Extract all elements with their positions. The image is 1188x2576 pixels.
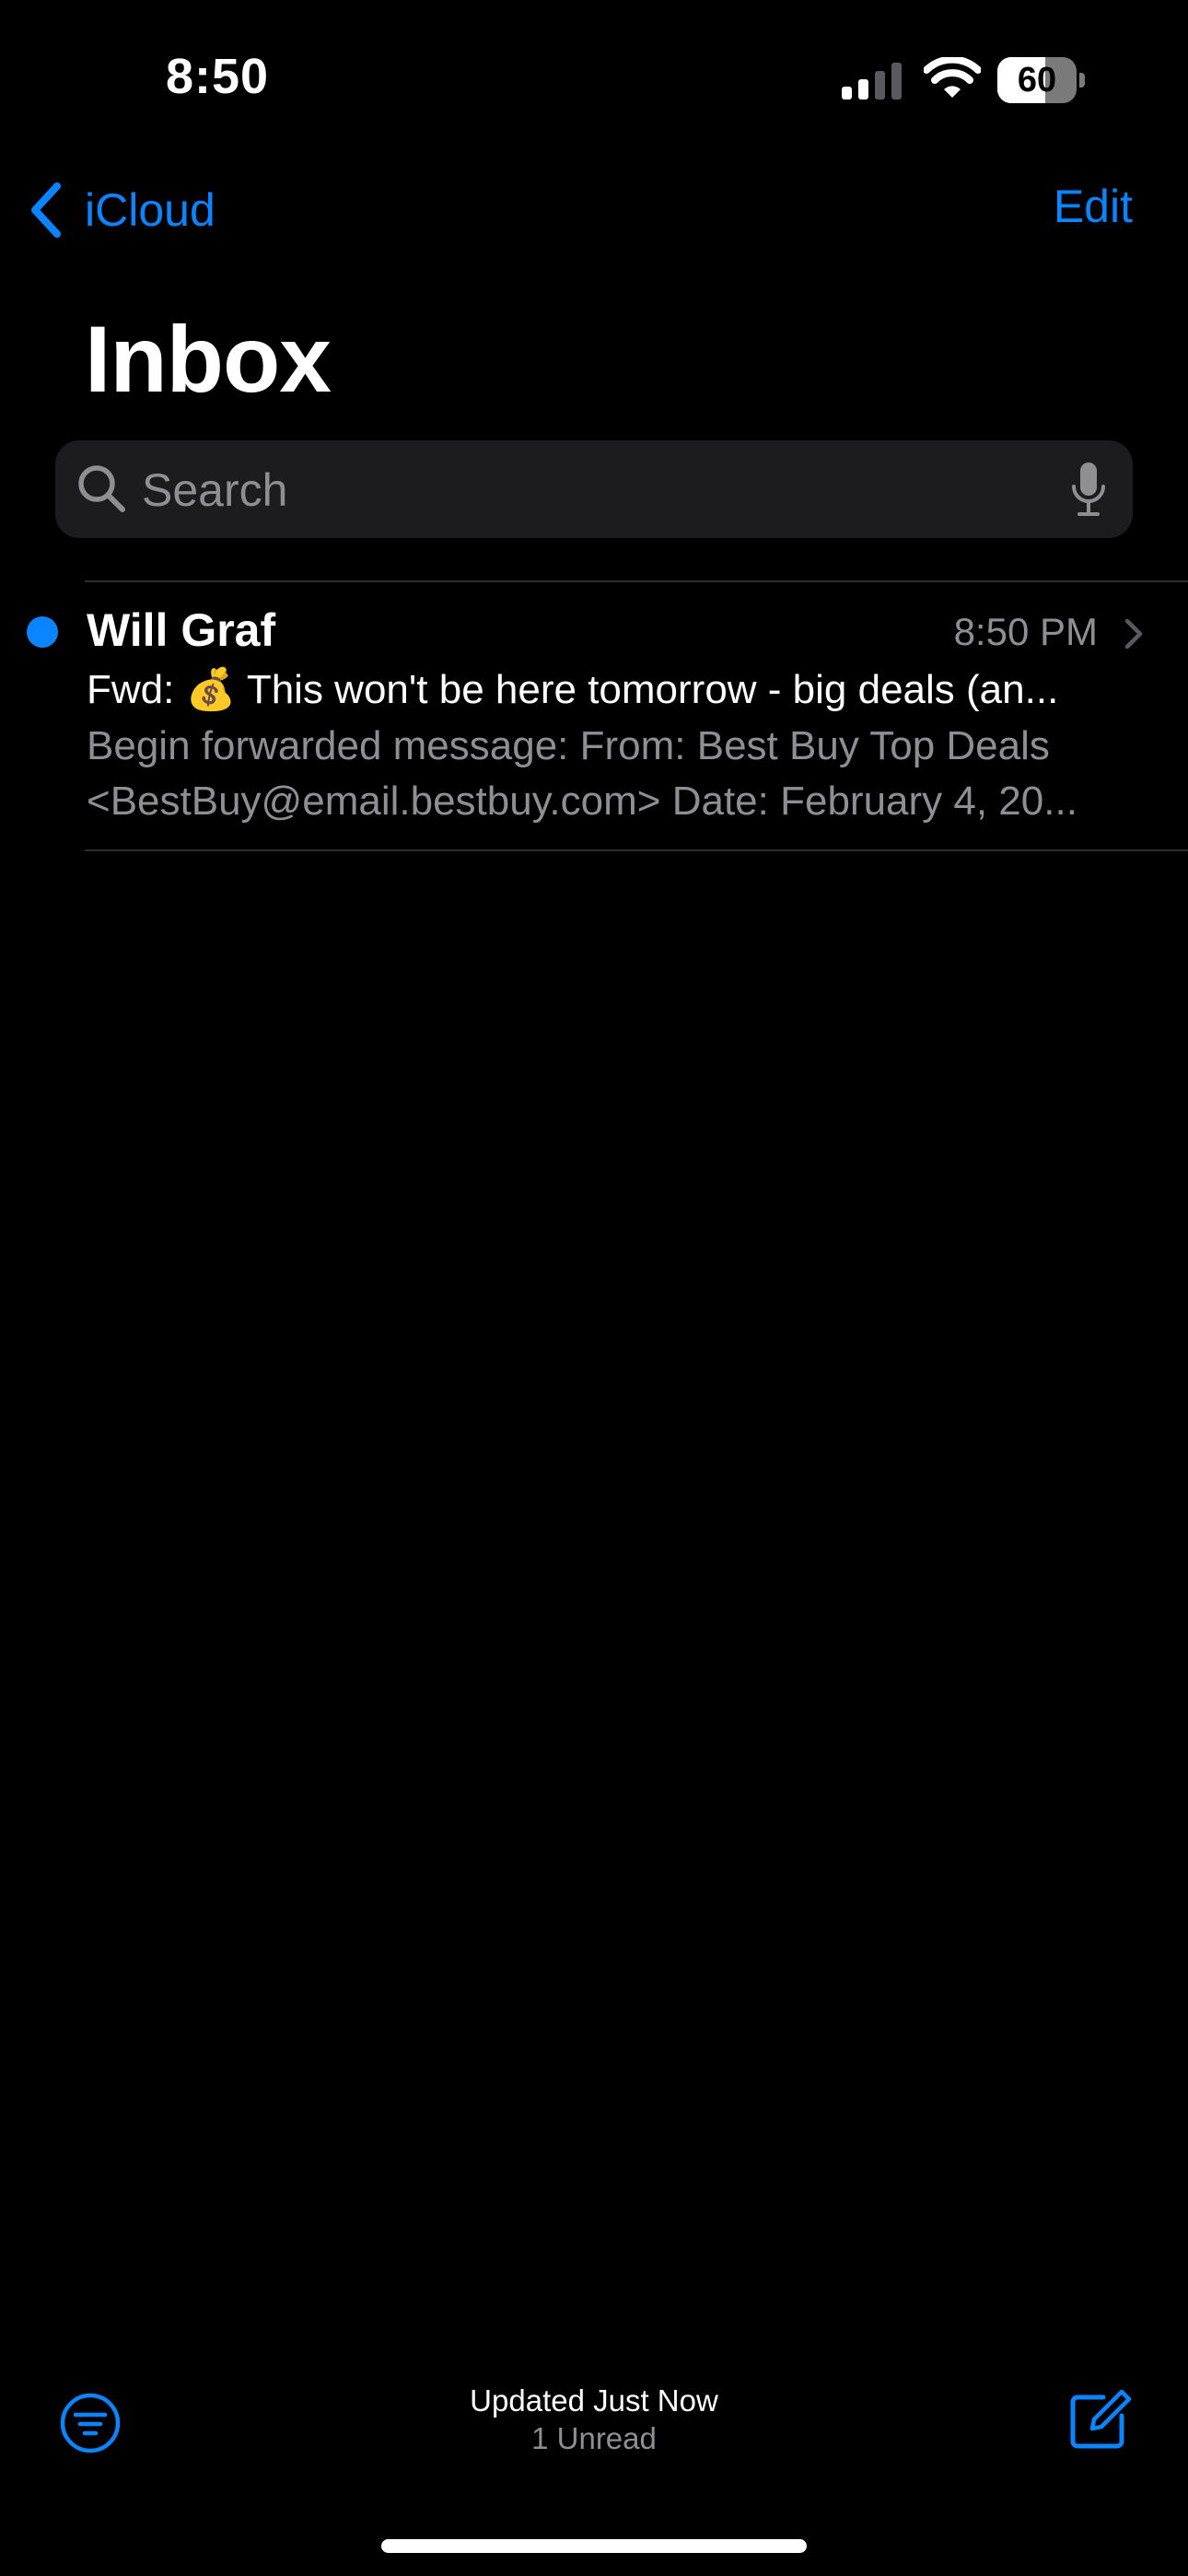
subject-text: This won't be here tomorrow - big deals …: [246, 667, 1059, 712]
update-status-text: Updated Just Now: [470, 2383, 718, 2418]
battery-percentage: 60: [1017, 61, 1057, 100]
back-button-label: iCloud: [85, 184, 215, 236]
home-indicator: [381, 2539, 807, 2553]
unread-indicator-dot: [27, 616, 58, 648]
unread-count-text: 1 Unread: [531, 2421, 657, 2455]
preview-line-1: Begin forwarded message: From: Best Buy …: [87, 723, 1050, 768]
money-bag-icon: 💰: [185, 667, 237, 712]
message-subject: Fwd: 💰 This won't be here tomorrow - big…: [87, 665, 1127, 713]
preview-line-2: <BestBuy@email.bestbuy.com> Date: Februa…: [87, 779, 1077, 824]
page-title: Inbox: [85, 307, 332, 412]
search-icon: [78, 465, 125, 512]
message-sender: Will Graf: [87, 604, 276, 656]
message-time: 8:50 PM: [953, 610, 1098, 653]
back-button[interactable]: iCloud: [28, 173, 215, 247]
subject-prefix: Fwd:: [87, 667, 175, 712]
chevron-right-icon: [1124, 618, 1143, 650]
status-bar-time: 8:50: [166, 49, 270, 104]
cellular-signal-icon: [842, 63, 902, 100]
chevron-left-icon: [31, 182, 61, 238]
list-divider: [85, 849, 1188, 851]
wifi-icon: [924, 57, 981, 98]
microphone-icon[interactable]: [1070, 461, 1107, 520]
toolbar-status: Updated Just Now 1 Unread: [0, 2383, 1188, 2458]
search-bar[interactable]: [55, 440, 1133, 540]
search-input[interactable]: [140, 440, 1065, 540]
compose-icon[interactable]: [1068, 2386, 1133, 2451]
edit-button[interactable]: Edit: [1054, 180, 1133, 233]
message-preview: Begin forwarded message: From: Best Buy …: [87, 719, 1127, 829]
battery-icon: 60: [997, 57, 1086, 103]
